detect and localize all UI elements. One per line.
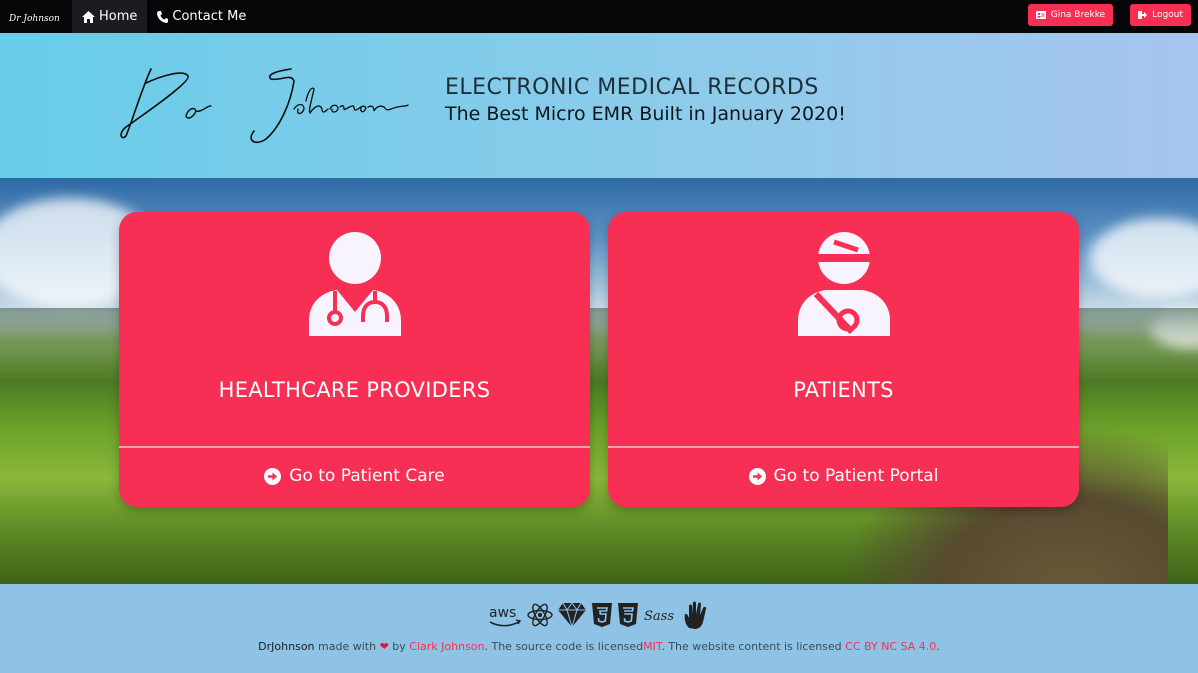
source-license-text: . The source code is licensed xyxy=(484,640,644,653)
heart-icon: ❤ xyxy=(379,640,389,653)
svg-text:aws: aws xyxy=(489,605,516,621)
card-title: PATIENTS xyxy=(793,378,894,402)
hand-icon xyxy=(681,600,711,630)
header-title: ELECTRONIC MEDICAL RECORDS xyxy=(445,75,819,100)
user-name: Gina Brekke xyxy=(1050,10,1106,20)
react-icon xyxy=(527,602,553,628)
card-title: HEALTHCARE PROVIDERS xyxy=(218,378,491,402)
card-divider xyxy=(119,446,590,448)
healthcare-providers-card[interactable]: HEALTHCARE PROVIDERS Go to Patient Care xyxy=(119,212,590,507)
card-link-label: Go to Patient Care xyxy=(289,466,445,486)
mit-license-link[interactable]: MIT xyxy=(643,640,661,653)
end-period: . xyxy=(936,640,940,653)
patients-card[interactable]: PATIENTS Go to Patient Portal xyxy=(608,212,1079,507)
arrow-circle-right-icon xyxy=(748,467,766,485)
go-to-patient-portal-link[interactable]: Go to Patient Portal xyxy=(608,466,1079,486)
top-navbar: Dr Johnson Home Contact Me Gina Brekke L… xyxy=(0,0,1198,33)
css3-icon xyxy=(617,602,639,628)
author-link[interactable]: Clark Johnson xyxy=(409,640,484,653)
sign-out-icon xyxy=(1138,11,1148,19)
diamond-icon xyxy=(557,602,587,628)
nav-contact[interactable]: Contact Me xyxy=(147,0,256,33)
made-with-text: made with xyxy=(318,640,377,653)
home-icon xyxy=(82,10,95,23)
nav-home-label: Home xyxy=(99,9,138,24)
header-subtitle: The Best Micro EMR Built in January 2020… xyxy=(445,103,846,125)
sass-icon: Sass xyxy=(643,602,677,628)
tech-icons: aws Sass xyxy=(0,600,1198,630)
doctor-icon xyxy=(119,232,590,336)
svg-text:Sass: Sass xyxy=(644,609,674,624)
footer-credits: DrJohnson made with ❤ by Clark Johnson. … xyxy=(0,640,1198,653)
svg-text:Dr Johnson: Dr Johnson xyxy=(8,14,60,24)
footer: aws Sass DrJohnson made with ❤ by Clark … xyxy=(0,584,1198,673)
logout-label: Logout xyxy=(1152,10,1183,20)
go-to-patient-care-link[interactable]: Go to Patient Care xyxy=(119,466,590,486)
signature-logo xyxy=(116,61,416,155)
id-card-icon xyxy=(1035,11,1046,19)
site-name: DrJohnson xyxy=(258,640,315,653)
signature-icon xyxy=(120,68,409,143)
header-banner: ELECTRONIC MEDICAL RECORDS The Best Micr… xyxy=(0,33,1198,178)
phone-icon xyxy=(157,10,169,23)
cc-license-link[interactable]: CC BY NC SA 4.0 xyxy=(845,640,936,653)
arrow-circle-right-icon xyxy=(264,467,282,485)
signature-logo-icon: Dr Johnson xyxy=(8,14,60,24)
aws-icon: aws xyxy=(487,603,523,627)
card-link-label: Go to Patient Portal xyxy=(773,466,939,486)
by-text: by xyxy=(392,640,406,653)
brand-logo[interactable]: Dr Johnson xyxy=(0,0,72,33)
nav-home[interactable]: Home xyxy=(72,0,148,33)
user-profile-button[interactable]: Gina Brekke xyxy=(1027,4,1114,26)
cloud-decoration xyxy=(1090,218,1198,298)
card-divider xyxy=(608,446,1079,448)
logout-button[interactable]: Logout xyxy=(1130,4,1191,26)
hero-section: HEALTHCARE PROVIDERS Go to Patient Care … xyxy=(0,178,1198,584)
nav-contact-label: Contact Me xyxy=(172,9,247,24)
injured-patient-icon xyxy=(608,232,1079,336)
content-license-text: . The website content is licensed xyxy=(661,640,842,653)
html5-icon xyxy=(591,602,613,628)
